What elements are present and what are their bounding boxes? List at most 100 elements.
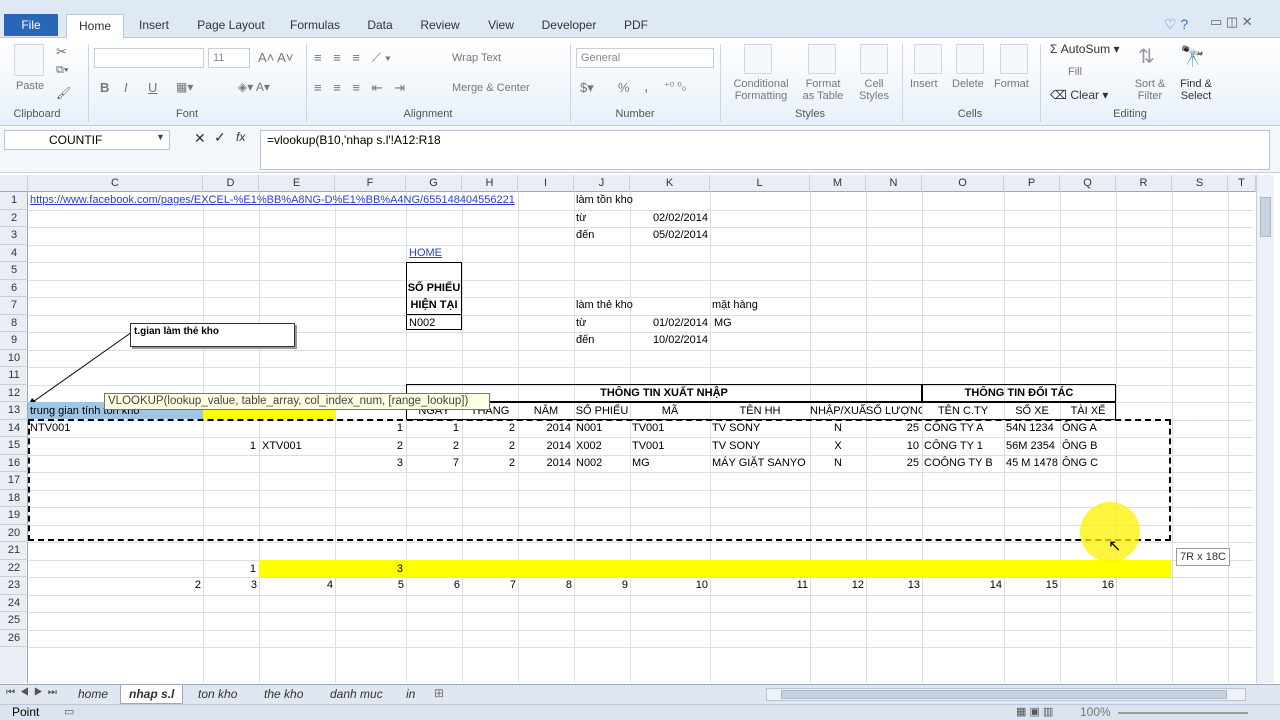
horizontal-scrollbar[interactable] (766, 688, 1246, 701)
format-as-table-icon[interactable] (808, 44, 836, 74)
column-header[interactable]: F (335, 175, 406, 192)
number-format-combo[interactable]: General (576, 48, 714, 68)
name-box[interactable]: COUNTIF (4, 130, 170, 150)
row-header[interactable]: 4 (0, 245, 28, 262)
font-size-combo[interactable]: 11 (208, 48, 250, 68)
find-select-button[interactable]: Find & Select (1174, 78, 1218, 102)
clear-button[interactable]: ⌫ Clear ▾ (1050, 88, 1108, 102)
font-name-combo[interactable] (94, 48, 204, 68)
macro-record-icon[interactable]: ▭ (64, 705, 74, 720)
grow-font-icon[interactable]: A˄ A˅ (258, 50, 293, 65)
insert-function-icon[interactable]: fx (236, 130, 245, 144)
autosum-button[interactable]: Σ AutoSum ▾ (1050, 42, 1119, 56)
currency-icon[interactable]: $▾ (580, 80, 594, 96)
sheet-tab-the-kho[interactable]: the kho (256, 685, 311, 704)
borders-icon[interactable]: ▦▾ (176, 80, 193, 94)
find-select-icon[interactable]: 🔭 (1180, 44, 1205, 69)
column-header[interactable]: H (462, 175, 518, 192)
sheet-tab-home[interactable]: home (70, 685, 116, 704)
column-header[interactable]: K (630, 175, 710, 192)
format-cells-button[interactable]: Format (994, 78, 1029, 90)
column-header[interactable]: G (406, 175, 462, 192)
tab-formulas[interactable]: Formulas (284, 14, 346, 38)
tab-review[interactable]: Review (412, 14, 468, 38)
column-header[interactable]: L (710, 175, 810, 192)
cell-styles-icon[interactable] (860, 44, 888, 74)
tab-page-layout[interactable]: Page Layout (190, 14, 272, 38)
insert-cells-icon[interactable] (914, 44, 942, 74)
paste-icon[interactable] (14, 44, 44, 76)
row-header[interactable]: 2 (0, 210, 28, 227)
tab-developer[interactable]: Developer (534, 14, 604, 38)
scroll-thumb[interactable] (1260, 197, 1271, 237)
tab-insert[interactable]: Insert (130, 14, 178, 38)
sheet-nav-icons[interactable]: ⏮◀▶⏭ (6, 687, 62, 698)
horizontal-align-icons[interactable]: ≡ ≡ ≡ ⇤ ⇥ (314, 80, 409, 96)
column-header[interactable]: J (574, 175, 630, 192)
row-header[interactable]: 6 (0, 280, 28, 297)
italic-button[interactable]: I (124, 80, 128, 95)
tab-view[interactable]: View (478, 14, 524, 38)
copy-icon[interactable]: ⧉▾ (56, 64, 68, 77)
row-header[interactable]: 5 (0, 262, 28, 280)
tab-file[interactable]: File (4, 14, 58, 36)
row-header[interactable]: 20 (0, 525, 28, 542)
underline-button[interactable]: U (148, 80, 157, 95)
column-header[interactable]: D (203, 175, 259, 192)
merge-center-button[interactable]: Merge & Center (452, 82, 530, 94)
vertical-scrollbar[interactable] (1256, 175, 1274, 683)
tab-data[interactable]: Data (358, 14, 402, 38)
select-all-corner[interactable] (0, 175, 28, 192)
h-scroll-thumb[interactable] (781, 690, 1227, 699)
row-header[interactable]: 21 (0, 542, 28, 560)
wrap-text-button[interactable]: Wrap Text (452, 52, 501, 64)
delete-cells-icon[interactable] (956, 44, 984, 74)
row-header[interactable]: 16 (0, 455, 28, 472)
row-header[interactable]: 22 (0, 560, 28, 577)
paste-button[interactable]: Paste (16, 80, 44, 92)
fill-button[interactable]: Fill (1068, 66, 1082, 78)
decimal-icons[interactable]: ⁺⁰ ⁰₀ (664, 80, 686, 93)
row-header[interactable]: 26 (0, 630, 28, 647)
column-header[interactable]: O (922, 175, 1004, 192)
sheet-tab-ton-kho[interactable]: ton kho (190, 685, 245, 704)
tab-home[interactable]: Home (66, 14, 124, 38)
insert-sheet-icon[interactable]: ⊞ (434, 686, 444, 700)
column-header[interactable]: S (1172, 175, 1228, 192)
facebook-link[interactable]: https://www.facebook.com/pages/EXCEL-%E1… (30, 192, 570, 208)
row-header[interactable]: 24 (0, 595, 28, 612)
sheet-tab-danh-muc[interactable]: danh muc (322, 685, 391, 704)
column-header[interactable]: I (518, 175, 574, 192)
column-header[interactable]: R (1116, 175, 1172, 192)
comment-box[interactable]: t.gian làm thẻ kho (130, 323, 295, 347)
column-header[interactable]: T (1228, 175, 1256, 192)
window-controls-icon[interactable]: ▭ ◫ ✕ (1210, 14, 1253, 30)
delete-cells-button[interactable]: Delete (952, 78, 984, 90)
column-header[interactable]: C (28, 175, 203, 192)
insert-cells-button[interactable]: Insert (910, 78, 938, 90)
help-icon[interactable]: ♡ ? (1164, 16, 1188, 33)
column-header[interactable]: Q (1060, 175, 1116, 192)
format-painter-icon[interactable]: 🖌 (56, 86, 71, 100)
cancel-icon[interactable]: ✕ (194, 130, 206, 147)
sheet-tab-nhap-sl[interactable]: nhap s.l (120, 685, 184, 704)
format-as-table-button[interactable]: Format as Table (796, 78, 850, 102)
conditional-formatting-icon[interactable] (744, 44, 772, 74)
column-header[interactable]: E (259, 175, 335, 192)
row-header[interactable]: 15 (0, 437, 28, 455)
row-header[interactable]: 14 (0, 420, 28, 437)
percent-button[interactable]: % (618, 80, 630, 95)
row-header[interactable]: 18 (0, 490, 28, 507)
row-header[interactable]: 17 (0, 472, 28, 490)
tab-pdf[interactable]: PDF (614, 14, 658, 38)
row-header[interactable]: 25 (0, 612, 28, 630)
cell-styles-button[interactable]: Cell Styles (852, 78, 896, 102)
column-header[interactable]: N (866, 175, 922, 192)
row-header[interactable]: 23 (0, 577, 28, 595)
enter-icon[interactable]: ✓ (214, 129, 226, 146)
row-header[interactable]: 1 (0, 192, 28, 210)
formula-input[interactable]: =vlookup(B10,'nhap s.l'!A12:R18 (260, 130, 1270, 170)
comma-button[interactable]: , (644, 78, 648, 96)
conditional-formatting-button[interactable]: Conditional Formatting (728, 78, 794, 102)
column-header[interactable]: P (1004, 175, 1060, 192)
